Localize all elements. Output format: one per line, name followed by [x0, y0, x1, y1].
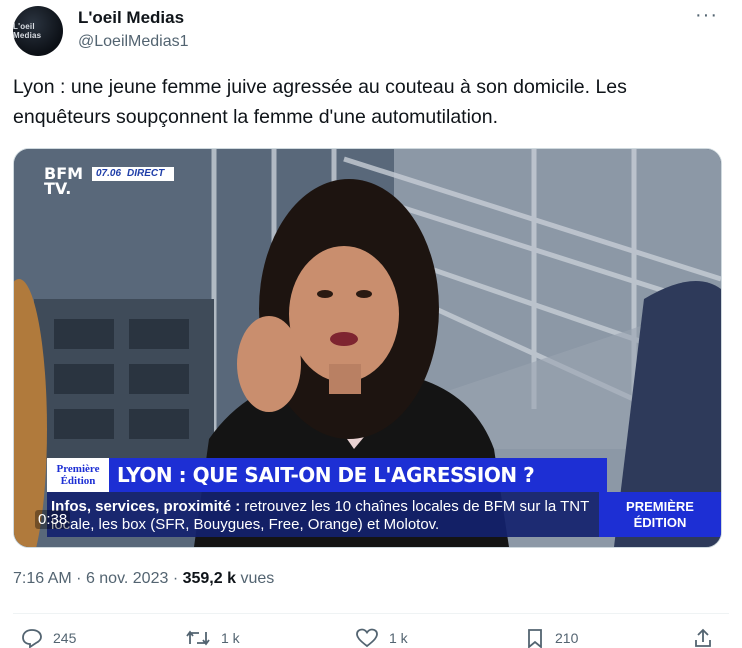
meta-separator: · — [172, 570, 179, 587]
live-tag: 07.06 DIRECT — [92, 167, 175, 181]
tweet-date[interactable]: 6 nov. 2023 — [86, 570, 168, 587]
tweet-meta: 7:16 AM · 6 nov. 2023 · 359,2 k vues — [13, 570, 274, 588]
action-bar: 245 1 k 1 k 210 — [13, 628, 728, 648]
bookmark-button[interactable]: 210 — [525, 628, 578, 648]
live-time: 07.06 — [96, 168, 122, 179]
bfm-tv-logo: BFM TV. — [44, 164, 84, 198]
like-icon — [356, 628, 378, 648]
divider — [13, 613, 729, 614]
reply-icon — [22, 629, 42, 648]
edition-box: PREMIÈRE ÉDITION — [599, 492, 721, 537]
headline-banner: Première Édition LYON : QUE SAIT-ON DE L… — [47, 458, 607, 492]
retweet-button[interactable]: 1 k — [185, 628, 240, 648]
bookmark-icon — [528, 629, 542, 648]
views-label: vues — [240, 570, 275, 587]
author-name[interactable]: L'oeil Medias — [78, 8, 184, 28]
views-count: 359,2 k — [182, 570, 236, 587]
reply-button[interactable]: 245 — [21, 628, 76, 648]
more-horizontal-icon[interactable]: ··· — [695, 4, 718, 27]
like-button[interactable]: 1 k — [355, 628, 408, 648]
live-label: DIRECT — [127, 168, 165, 179]
ticker-bar: Infos, services, proximité : retrouvez l… — [47, 492, 607, 537]
share-icon — [695, 628, 711, 647]
edition-badge: Première Édition — [47, 458, 109, 492]
share-button[interactable] — [693, 628, 723, 648]
avatar-logo-text: L'oeil Medias — [13, 22, 42, 40]
meta-separator: · — [76, 570, 82, 587]
retweet-icon — [186, 630, 210, 646]
video-player[interactable]: BFM TV. 07.06 DIRECT Première Édition LYO… — [13, 148, 722, 548]
avatar[interactable]: L'oeil Medias — [13, 6, 63, 56]
tweet-text: Lyon : une jeune femme juive agressée au… — [13, 76, 627, 128]
tweet-time[interactable]: 7:16 AM — [13, 570, 72, 587]
author-handle[interactable]: @LoeilMedias1 — [78, 33, 189, 51]
ticker-bold: Infos, services, proximité : — [51, 498, 241, 515]
headline-text: LYON : QUE SAIT-ON DE L'AGRESSION ? — [117, 463, 535, 487]
video-timestamp: 0:38 — [35, 510, 71, 529]
